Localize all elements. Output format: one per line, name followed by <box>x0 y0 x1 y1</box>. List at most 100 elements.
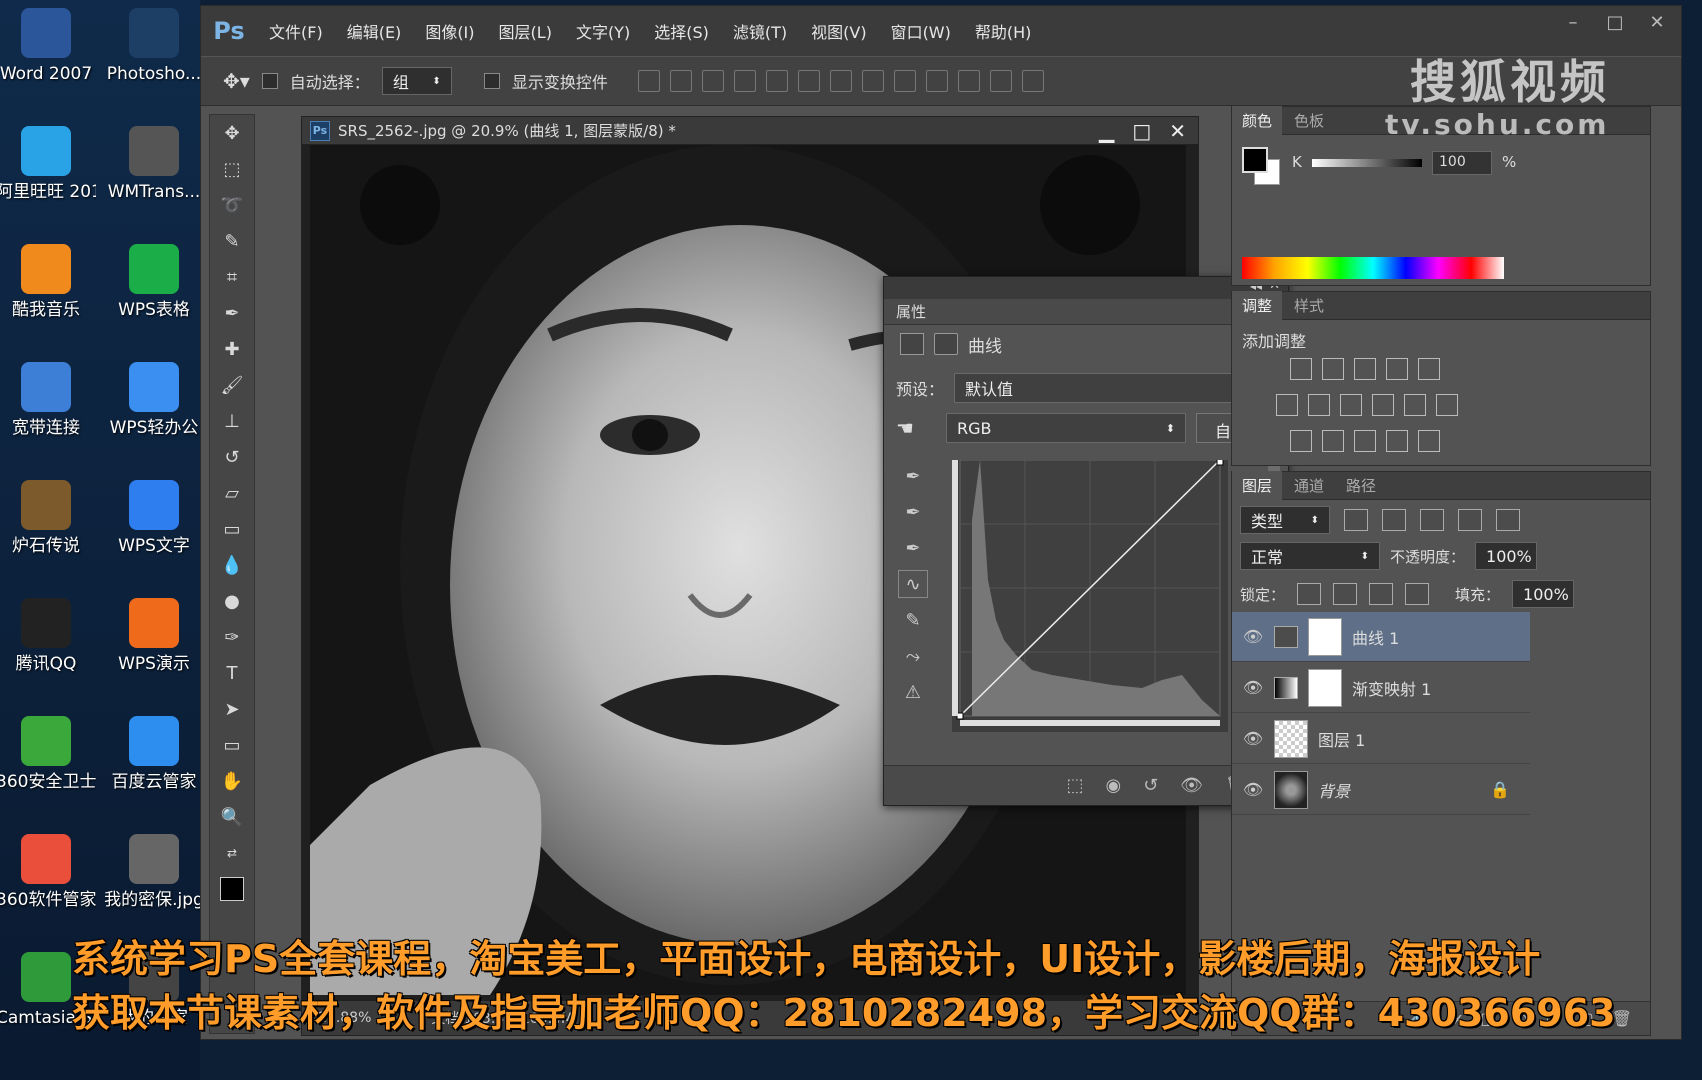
visibility-eye-icon[interactable]: 👁 <box>1242 678 1264 697</box>
auto-select-checkbox[interactable] <box>261 73 278 89</box>
hand-adjust-icon[interactable]: ☚ <box>896 416 936 440</box>
desktop-icon[interactable]: WPS表格 <box>104 244 204 321</box>
menu-layer[interactable]: 图层(L) <box>487 19 564 43</box>
type-tool-icon[interactable]: T <box>210 655 254 691</box>
desktop-icon[interactable]: Photosho... <box>104 8 204 85</box>
layer-filter-dropdown[interactable]: 类型 ⬍ <box>1240 506 1330 534</box>
dodge-tool-icon[interactable]: ● <box>210 583 254 619</box>
filter-type-icon[interactable] <box>1420 509 1444 531</box>
filter-adjustment-icon[interactable] <box>1382 509 1406 531</box>
threshold-icon[interactable] <box>1354 430 1376 452</box>
curve-edit-icon[interactable]: ∿ <box>898 570 928 598</box>
menu-image[interactable]: 图像(I) <box>413 19 486 43</box>
lock-all-icon[interactable] <box>1405 583 1430 605</box>
desktop-icon[interactable]: WPS文字 <box>104 480 204 557</box>
visibility-eye-icon[interactable]: 👁 <box>1242 780 1264 799</box>
align-right-icon[interactable] <box>797 70 820 92</box>
desktop-icon[interactable]: 宽带连接 <box>0 362 96 439</box>
hand-tool-icon[interactable]: ✋ <box>210 763 254 799</box>
blur-tool-icon[interactable]: 💧 <box>210 547 254 583</box>
view-previous-icon[interactable]: ◉ <box>1105 775 1121 796</box>
opacity-field[interactable]: 100% <box>1475 542 1538 570</box>
desktop-icon[interactable]: 腾讯QQ <box>0 598 96 675</box>
curves-adjustment-icon[interactable] <box>900 333 924 355</box>
fill-field[interactable]: 100% <box>1512 580 1575 608</box>
doc-minimize-icon[interactable]: ▁ <box>1099 119 1114 143</box>
tab-layers[interactable]: 图层 <box>1232 471 1283 500</box>
clipping-warning-icon[interactable]: ⚠ <box>898 678 928 706</box>
gray-point-eyedropper-icon[interactable]: ✒ <box>898 498 928 526</box>
selective-color-icon[interactable] <box>1386 430 1408 452</box>
stamp-tool-icon[interactable]: ⊥ <box>210 403 254 439</box>
preset-dropdown[interactable]: 默认值 ⬍ <box>954 373 1266 403</box>
color-lookup-icon[interactable] <box>1436 394 1458 416</box>
visibility-icon[interactable]: 👁 <box>1180 775 1203 796</box>
foreground-color-swatch[interactable] <box>1242 147 1268 173</box>
align-vcenter-icon[interactable] <box>669 70 692 92</box>
tab-styles[interactable]: 样式 <box>1284 291 1334 320</box>
posterize-icon[interactable] <box>1322 430 1344 452</box>
history-brush-tool-icon[interactable]: ↺ <box>210 439 254 475</box>
align-left-icon[interactable] <box>733 70 756 92</box>
layer-row[interactable]: 👁 渐变映射 1 <box>1232 663 1530 713</box>
layer-mask-icon[interactable] <box>934 333 958 355</box>
photo-filter-icon[interactable] <box>1372 394 1394 416</box>
properties-tab[interactable]: 属性 ≡ <box>884 299 1288 325</box>
color-spectrum[interactable] <box>1242 257 1504 279</box>
desktop-icon[interactable]: WPS演示 <box>104 598 204 675</box>
k-slider[interactable] <box>1312 159 1422 167</box>
pencil-draw-icon[interactable]: ✎ <box>898 606 928 634</box>
distribute-vcenter-icon[interactable] <box>861 70 884 92</box>
layer-row[interactable]: 👁 背景 🔒 <box>1232 765 1530 815</box>
black-white-icon[interactable] <box>1340 394 1362 416</box>
healing-tool-icon[interactable]: ✚ <box>210 331 254 367</box>
move-tool-icon[interactable]: ✥▾ <box>223 69 250 93</box>
desktop-icon[interactable]: 炉石传说 <box>0 480 96 557</box>
menu-help[interactable]: 帮助(H) <box>963 19 1044 43</box>
brightness-icon[interactable] <box>1290 358 1312 380</box>
tab-color[interactable]: 颜色 <box>1232 106 1283 135</box>
layer-mask-thumbnail[interactable] <box>1308 617 1342 656</box>
desktop-icon[interactable]: 我的密保.jpg <box>104 834 204 911</box>
layer-row[interactable]: 👁 图层 1 <box>1232 714 1530 764</box>
menu-edit[interactable]: 编辑(E) <box>335 19 414 43</box>
layer-mask-thumbnail[interactable] <box>1308 668 1342 707</box>
desktop-icon[interactable]: 酷我音乐 <box>0 244 96 321</box>
layer-name[interactable]: 曲线 1 <box>1352 625 1399 649</box>
curves-icon[interactable] <box>1354 358 1376 380</box>
channel-dropdown[interactable]: RGB ⬍ <box>946 413 1186 443</box>
desktop-icon[interactable]: 360安全卫士 <box>0 716 96 793</box>
visibility-eye-icon[interactable]: 👁 <box>1242 627 1264 646</box>
lock-image-icon[interactable] <box>1333 583 1358 605</box>
channel-mixer-icon[interactable] <box>1404 394 1426 416</box>
lock-position-icon[interactable] <box>1369 583 1394 605</box>
move-tool-icon[interactable]: ✥ <box>210 115 254 151</box>
distribute-left-icon[interactable] <box>925 70 948 92</box>
desktop-icon[interactable]: 阿里旺旺 2015 <box>0 126 96 203</box>
align-hcenter-icon[interactable] <box>765 70 788 92</box>
foreground-color-swatch[interactable] <box>210 871 254 907</box>
distribute-bottom-icon[interactable] <box>893 70 916 92</box>
white-point-eyedropper-icon[interactable]: ✒ <box>898 534 928 562</box>
desktop-icon[interactable]: 360软件管家 <box>0 834 96 911</box>
distribute-top-icon[interactable] <box>829 70 852 92</box>
gradient-tool-icon[interactable]: ▭ <box>210 511 254 547</box>
layer-thumbnail[interactable] <box>1274 770 1308 809</box>
invert-icon[interactable] <box>1290 430 1312 452</box>
align-bottom-icon[interactable] <box>701 70 724 92</box>
layer-name[interactable]: 图层 1 <box>1318 727 1365 751</box>
gradient-map-icon[interactable] <box>1418 430 1440 452</box>
lock-transparent-icon[interactable] <box>1297 583 1322 605</box>
menu-view[interactable]: 视图(V) <box>799 19 878 43</box>
maximize-icon[interactable]: □ <box>1601 12 1629 33</box>
doc-maximize-icon[interactable]: □ <box>1132 119 1151 143</box>
layer-thumbnail[interactable] <box>1274 719 1308 758</box>
tab-channels[interactable]: 通道 <box>1284 471 1334 500</box>
pen-tool-icon[interactable]: ✑ <box>210 619 254 655</box>
quick-select-tool-icon[interactable]: ✎ <box>210 223 254 259</box>
distribute-right-icon[interactable] <box>989 70 1012 92</box>
eyedropper-tool-icon[interactable]: ✒ <box>210 295 254 331</box>
levels-icon[interactable] <box>1322 358 1344 380</box>
curves-graph[interactable] <box>952 460 1228 732</box>
auto-select-dropdown[interactable]: 组 ⬍ <box>381 67 452 95</box>
